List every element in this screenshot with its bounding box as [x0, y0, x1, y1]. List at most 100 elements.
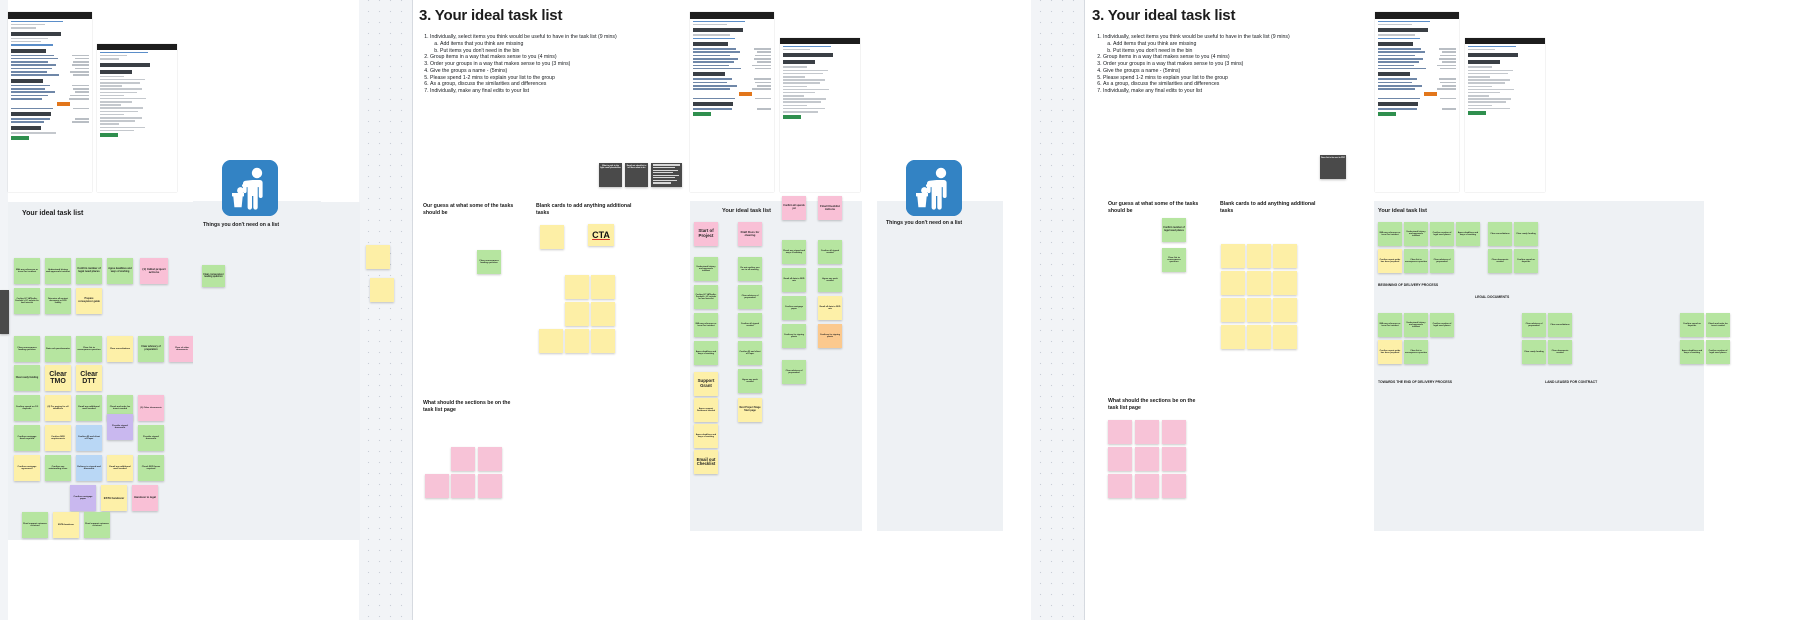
sticky-note[interactable]: Agree deadlines and ways of working: [694, 341, 718, 365]
sticky-note[interactable]: Clear DTT: [76, 365, 102, 391]
sticky-note[interactable]: Confirm spend on deposits: [1680, 313, 1704, 337]
cta-sticky-note[interactable]: CTA: [588, 224, 614, 246]
left-edge-dark-card[interactable]: [0, 290, 9, 334]
blank-sticky-note[interactable]: [1221, 325, 1245, 349]
sticky-note[interactable]: Agree deadlines and ways of working: [107, 258, 133, 284]
blank-sticky-note[interactable]: [539, 329, 563, 353]
sticky-note[interactable]: Clear list to conveyancer question: [76, 336, 102, 362]
sticky-note[interactable]: Email all data to SDD rate: [782, 268, 806, 292]
blank-sticky-note-pink[interactable]: [1135, 420, 1159, 444]
blank-sticky-note-pink[interactable]: [451, 447, 475, 471]
dark-note-card[interactable]: What to pick in the light email placehol…: [599, 163, 622, 187]
sticky-note[interactable]: Agree any work needed: [738, 369, 762, 393]
blank-sticky-note[interactable]: [1221, 271, 1245, 295]
sticky-note[interactable]: Provide signed document: [107, 414, 133, 440]
blank-sticky-note-pink[interactable]: [1162, 420, 1186, 444]
sticky-note[interactable]: Email any additional work needed: [107, 455, 133, 481]
blank-sticky-note[interactable]: [540, 225, 564, 249]
sticky-note[interactable]: Clear consultations: [107, 336, 133, 362]
screenshot-thumbnail-task-list[interactable]: [8, 12, 92, 192]
blank-sticky-note-pink[interactable]: [1108, 420, 1132, 444]
sticky-note[interactable]: Confirm spend on deposits: [1514, 249, 1538, 273]
sticky-note[interactable]: (2) Pre paying for all deadlines: [45, 395, 71, 421]
sticky-note[interactable]: ESTA handover: [101, 485, 127, 511]
sticky-note[interactable]: Clear list to conveyancer question: [1404, 249, 1428, 273]
blank-sticky-note-pink[interactable]: [1108, 474, 1132, 498]
sticky-note[interactable]: Confirm mortgage deed required: [14, 425, 40, 451]
blank-sticky-note[interactable]: [1221, 244, 1245, 268]
sticky-note[interactable]: Confirm all spends yet: [782, 196, 806, 220]
blank-sticky-note[interactable]: [591, 275, 615, 299]
screenshot-thumbnail-tasks-detail[interactable]: [1465, 38, 1545, 192]
sticky-note[interactable]: Confirm LP, VAT/buffer, Freehold + LP, w…: [14, 288, 40, 314]
sticky-note[interactable]: Confirm ID and client of Paper: [76, 425, 102, 451]
sticky-note[interactable]: Draft Docs for clearing: [738, 222, 762, 246]
blank-sticky-note[interactable]: [366, 245, 390, 269]
sticky-note[interactable]: Agree deadlines and ways of working: [1456, 222, 1480, 246]
sticky-note[interactable]: Confirms its signing plants: [782, 324, 806, 348]
sticky-note[interactable]: Understand history and approvals inciden…: [45, 258, 71, 284]
sticky-note[interactable]: Clear list to conveyancer question: [1404, 340, 1428, 364]
sticky-note[interactable]: Final Checklist Actions: [818, 196, 842, 220]
sticky-note[interactable]: Agree deadlines and ways of working: [1680, 340, 1704, 364]
sticky-note[interactable]: Clear ready funding: [1522, 340, 1546, 364]
sticky-note[interactable]: Next Project Stage Start page: [738, 398, 762, 422]
blank-sticky-note[interactable]: [591, 329, 615, 353]
blank-sticky-note[interactable]: [565, 329, 589, 353]
sticky-note[interactable]: Confirm all signed needed: [818, 240, 842, 264]
sticky-note[interactable]: Handover to legal: [132, 485, 158, 511]
sticky-note[interactable]: Confirm report guide has been prepared: [1378, 340, 1402, 364]
sticky-note[interactable]: Check any signed and ways of working: [782, 240, 806, 264]
blank-sticky-note-pink[interactable]: [1162, 447, 1186, 471]
bin-drop-zone-left[interactable]: [193, 201, 321, 531]
sticky-note[interactable]: Milk any reference or issue for incident: [1378, 313, 1402, 337]
blank-sticky-note-pink[interactable]: [1108, 447, 1132, 471]
sticky-note[interactable]: Clear consultations: [1548, 313, 1572, 337]
sticky-note[interactable]: Milk any reference or issue for incident: [694, 313, 718, 337]
litter-in-bin-icon[interactable]: [222, 160, 278, 216]
sticky-note[interactable]: Clear advisory of preparation: [138, 336, 164, 362]
sticky-note[interactable]: Clear conveyancer leading question: [202, 265, 225, 287]
sticky-note[interactable]: Confirm mortgage paper: [782, 296, 806, 320]
sticky-note[interactable]: Clear documents needed: [1488, 249, 1512, 273]
sticky-note[interactable]: Confirm mortgage agreement: [14, 455, 40, 481]
sticky-note[interactable]: Clear conveyancer leading question: [477, 250, 501, 274]
sticky-note[interactable]: Confirm LP, VAT/buffer, Freehold + LP, w…: [694, 285, 718, 309]
sticky-note[interactable]: Understand history and approvals inciden…: [694, 257, 718, 281]
blank-sticky-note-pink[interactable]: [1162, 474, 1186, 498]
sticky-note[interactable]: Confirm number of legal need places: [1430, 222, 1454, 246]
sticky-note[interactable]: Check and write fee insert needed: [1706, 313, 1730, 337]
sticky-note[interactable]: Delivery to signed and document: [76, 455, 102, 481]
sticky-note[interactable]: Date red questionnaire: [45, 336, 71, 362]
sticky-note[interactable]: Support Grant: [694, 372, 718, 396]
sticky-note[interactable]: Milk any reference or issue for incident: [1378, 222, 1402, 246]
sticky-note[interactable]: Clear advisory of preparation: [782, 360, 806, 384]
sticky-note[interactable]: Confirm number of legal need places: [1706, 340, 1730, 364]
sticky-note[interactable]: Understand history and approvals inciden…: [1404, 222, 1428, 246]
bin-drop-zone-right[interactable]: [877, 201, 1003, 531]
blank-sticky-note-pink[interactable]: [425, 474, 449, 498]
blank-sticky-note[interactable]: [565, 275, 589, 299]
blank-sticky-note-pink[interactable]: [1135, 474, 1159, 498]
sticky-note[interactable]: Clear advisory of preparation: [1522, 313, 1546, 337]
blank-sticky-note[interactable]: [565, 302, 589, 326]
dark-note-card[interactable]: Email out checklist to tell them what to…: [625, 163, 648, 187]
sticky-note[interactable]: Prepare conveyancer guide: [76, 288, 102, 314]
sticky-note[interactable]: Final support entrance received: [22, 512, 48, 538]
whiteboard-canvas[interactable]: Your ideal task list Milk any reference …: [0, 0, 1819, 620]
screenshot-thumbnail-task-list[interactable]: [690, 12, 774, 192]
blank-sticky-note-pink[interactable]: [478, 474, 502, 498]
screenshot-thumbnail-tasks-detail[interactable]: [97, 44, 177, 192]
sticky-note[interactable]: Clear list to conveyancer question: [1162, 248, 1186, 272]
sticky-note[interactable]: Agree any work needed: [818, 268, 842, 292]
blank-sticky-note-pink[interactable]: [451, 474, 475, 498]
sticky-note[interactable]: Clear documents needed: [1548, 340, 1572, 364]
screenshot-thumbnail-tasks-detail[interactable]: [780, 38, 860, 192]
blank-sticky-note-pink[interactable]: [478, 447, 502, 471]
blank-sticky-note[interactable]: [1273, 325, 1297, 349]
sticky-note[interactable]: Clear ready funding: [1514, 222, 1538, 246]
sticky-note[interactable]: Understand history and approvals inciden…: [1404, 313, 1428, 337]
sticky-note[interactable]: Confirm number of legal need places: [76, 258, 102, 284]
sticky-note[interactable]: Clear TMO: [45, 365, 71, 391]
sticky-note[interactable]: Email any additional work needed: [76, 395, 102, 421]
